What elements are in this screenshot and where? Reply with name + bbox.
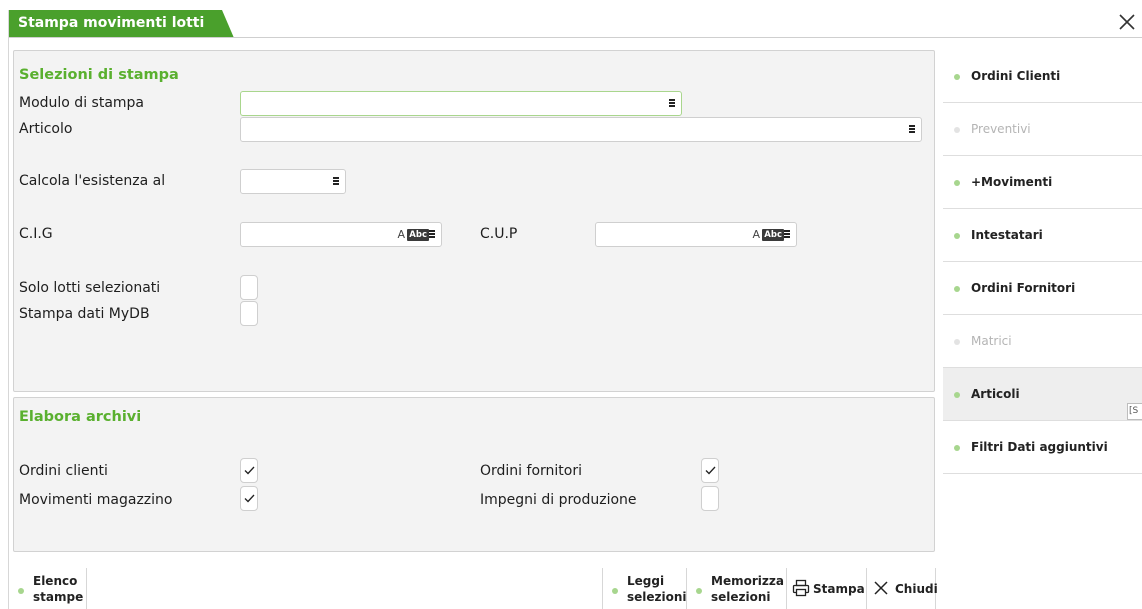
ordini-fornitori-checkbox[interactable]	[701, 458, 719, 483]
tooltip-fragment: [S	[1127, 403, 1142, 420]
side-item-articoli[interactable]: Articoli	[943, 368, 1142, 421]
status-dot	[696, 588, 702, 594]
window-title: Stampa movimenti lotti	[18, 15, 205, 31]
memorizza-label-line1: Memorizza	[711, 574, 784, 588]
chiudi-label: Chiudi	[895, 582, 938, 596]
list-menu-icon[interactable]	[429, 230, 435, 238]
elenco-stampe-button[interactable]: Elenco stampe	[8, 568, 87, 609]
cup-field[interactable]: A Abc	[595, 222, 797, 247]
side-item-matrici: Matrici	[943, 315, 1142, 368]
cig-field[interactable]: A Abc	[240, 222, 442, 247]
bottom-toolbar: Elenco stampe Leggi selezioni Memorizza …	[8, 568, 938, 609]
status-dot	[18, 588, 24, 594]
status-dot	[954, 339, 960, 345]
articolo-label: Articolo	[19, 121, 73, 137]
checkmark-icon	[244, 494, 255, 503]
side-item-intestatari[interactable]: Intestatari	[943, 209, 1142, 262]
selezioni-title: Selezioni di stampa	[19, 67, 179, 83]
side-menu: Ordini Clienti Preventivi +Movimenti Int…	[943, 50, 1142, 474]
title-divider	[8, 37, 1142, 38]
cig-label: C.I.G	[19, 226, 53, 242]
elenco-label-line1: Elenco	[33, 574, 78, 588]
checkmark-icon	[244, 466, 255, 475]
side-item-ordini-clienti[interactable]: Ordini Clienti	[943, 50, 1142, 103]
cup-label: C.U.P	[480, 226, 518, 242]
movimenti-label: Movimenti magazzino	[19, 492, 173, 508]
side-item-label: Ordini Clienti	[971, 69, 1061, 83]
window-title-tab: Stampa movimenti lotti	[8, 10, 238, 38]
side-item-label: Filtri Dati aggiuntivi	[971, 440, 1108, 454]
status-dot	[612, 588, 618, 594]
modulo-label: Modulo di stampa	[19, 95, 145, 111]
spellcheck-icon[interactable]: Abc	[407, 229, 429, 241]
status-dot	[954, 286, 960, 292]
list-menu-icon[interactable]	[784, 230, 790, 238]
close-x-icon	[874, 581, 888, 595]
selezioni-panel: Selezioni di stampa Modulo di stampa Art…	[13, 50, 935, 392]
side-item-label: Ordini Fornitori	[971, 281, 1076, 295]
checkmark-icon	[705, 466, 716, 475]
leggi-label-line1: Leggi	[627, 574, 665, 588]
close-x-icon[interactable]	[1117, 12, 1137, 32]
memorizza-selezioni-button[interactable]: Memorizza selezioni	[686, 568, 786, 609]
side-item-movimenti[interactable]: +Movimenti	[943, 156, 1142, 209]
leggi-selezioni-button[interactable]: Leggi selezioni	[602, 568, 687, 609]
side-item-preventivi: Preventivi	[943, 103, 1142, 156]
esistenza-label: Calcola l'esistenza al	[19, 173, 166, 189]
spellcheck-icon[interactable]: Abc	[762, 229, 784, 241]
side-item-label: Matrici	[971, 334, 1012, 348]
printer-icon	[792, 579, 810, 597]
side-item-label: Articoli	[971, 387, 1020, 401]
modulo-field[interactable]	[240, 91, 682, 116]
elenco-label-line2: stampe	[33, 590, 84, 604]
translate-icon[interactable]: A	[397, 228, 405, 241]
ordini-fornitori-label: Ordini fornitori	[480, 463, 582, 479]
status-dot	[954, 445, 960, 451]
status-dot	[954, 392, 960, 398]
articolo-field[interactable]	[240, 117, 922, 142]
window-left-edge	[8, 10, 9, 609]
movimenti-checkbox[interactable]	[240, 486, 258, 511]
ordini-clienti-label: Ordini clienti	[19, 463, 108, 479]
chiudi-button[interactable]: Chiudi	[866, 568, 938, 609]
list-menu-icon[interactable]	[669, 99, 675, 107]
ordini-clienti-checkbox[interactable]	[240, 458, 258, 483]
impegni-checkbox[interactable]	[701, 486, 719, 511]
list-menu-icon[interactable]	[333, 177, 339, 185]
memorizza-label-line2: selezioni	[711, 590, 771, 604]
side-item-ordini-fornitori[interactable]: Ordini Fornitori	[943, 262, 1142, 315]
side-item-label: +Movimenti	[971, 175, 1053, 189]
esistenza-date-field[interactable]	[240, 169, 346, 194]
side-item-label: Preventivi	[971, 122, 1031, 136]
archivi-title: Elabora archivi	[19, 409, 142, 425]
status-dot	[954, 180, 960, 186]
side-item-label: Intestatari	[971, 228, 1043, 242]
stampa-label: Stampa	[813, 582, 865, 596]
stampa-button[interactable]: Stampa	[786, 568, 866, 609]
status-dot	[954, 233, 960, 239]
solo-lotti-label: Solo lotti selezionati	[19, 280, 161, 296]
translate-icon[interactable]: A	[752, 228, 760, 241]
impegni-label: Impegni di produzione	[480, 492, 637, 508]
mydb-label: Stampa dati MyDB	[19, 306, 150, 322]
status-dot	[954, 74, 960, 80]
mydb-checkbox[interactable]	[240, 301, 258, 326]
leggi-label-line2: selezioni	[627, 590, 687, 604]
status-dot	[954, 127, 960, 133]
solo-lotti-checkbox[interactable]	[240, 275, 258, 300]
side-item-filtri-dati-aggiuntivi[interactable]: Filtri Dati aggiuntivi	[943, 421, 1142, 474]
archivi-panel: Elabora archivi Ordini clienti Movimenti…	[13, 397, 935, 552]
list-menu-icon[interactable]	[909, 125, 915, 133]
